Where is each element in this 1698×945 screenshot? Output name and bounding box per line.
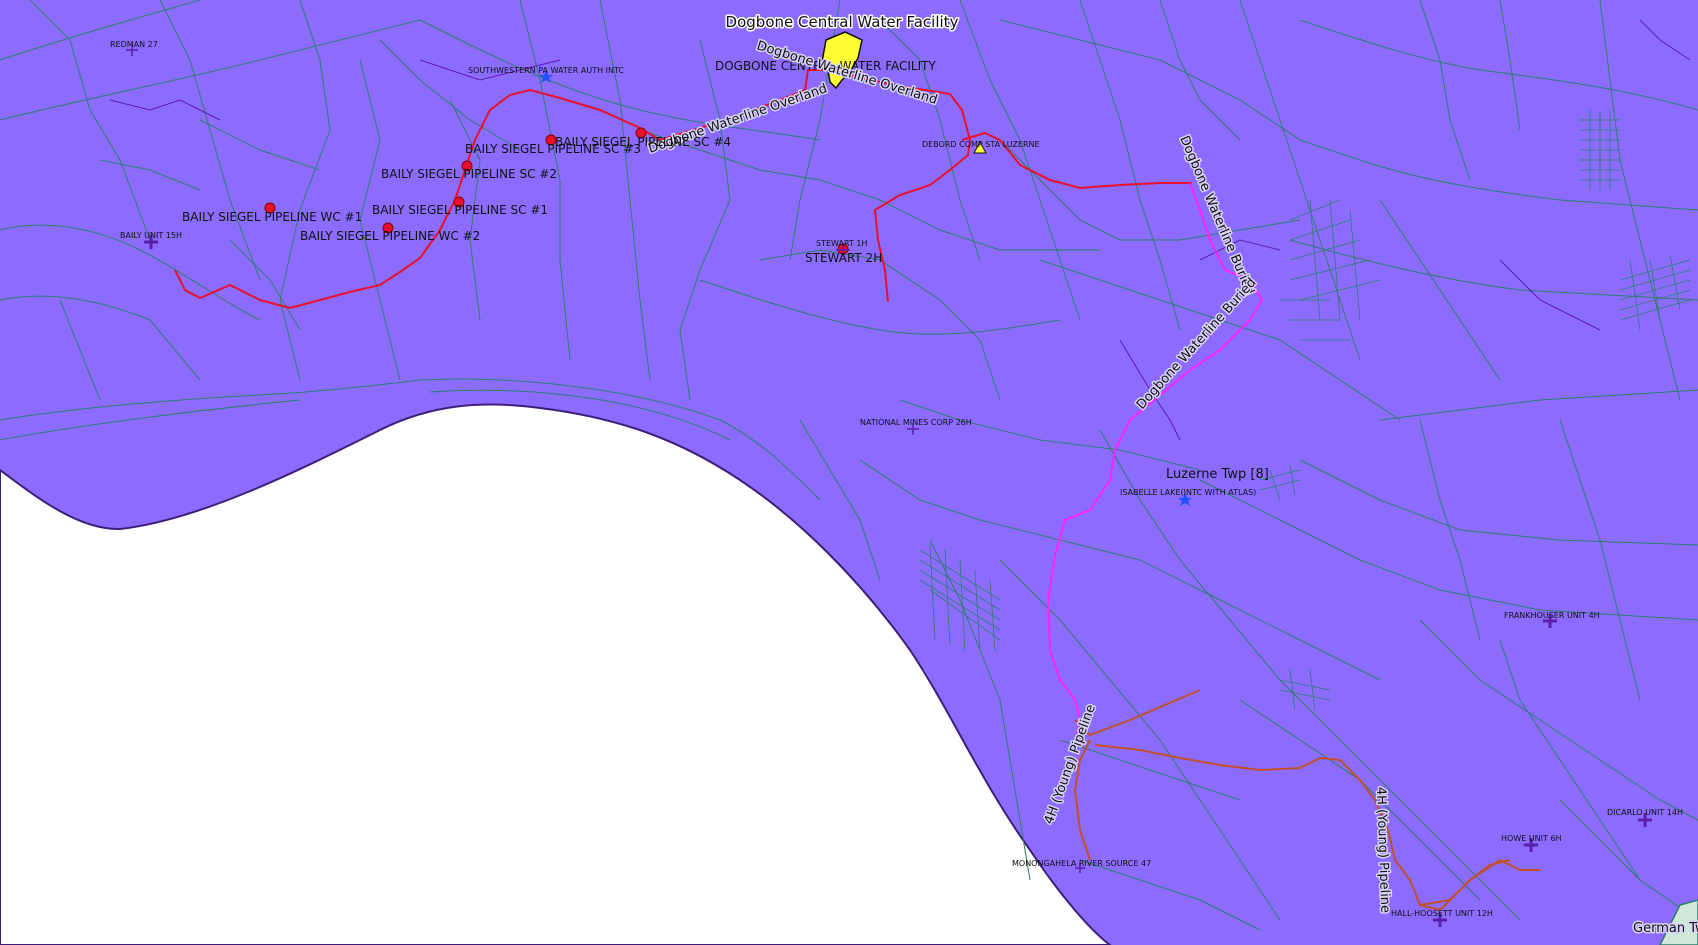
pipeline-point-label: BAILY SIEGEL PIPELINE WC #2 — [300, 229, 480, 243]
pipeline-point-label: STEWART 2H — [805, 251, 882, 265]
well-label: ISABELLE LAKE(INTC WITH ATLAS) — [1120, 488, 1256, 497]
pipeline-point-label: BAILY SIEGEL PIPELINE SC #2 — [381, 167, 557, 181]
well-label: MONONGAHELA RIVER SOURCE 47 — [1012, 859, 1151, 868]
german-twp-label: German Tw — [1633, 921, 1698, 936]
well-label: REDMAN 27 — [110, 40, 158, 49]
well-label: NATIONAL MINES CORP 26H — [860, 418, 972, 427]
well-label: HOWE UNIT 6H — [1501, 834, 1562, 843]
facility-title-label: Dogbone Central Water Facility — [726, 13, 959, 31]
well-label: FRANKHOUSER UNIT 4H — [1504, 611, 1600, 620]
well-label: SOUTHWESTERN PA WATER AUTH INTC — [468, 66, 624, 75]
well-label: DEBORD COMP STA LUZERNE — [922, 140, 1040, 149]
township-label: Luzerne Twp [8] — [1166, 467, 1269, 482]
well-label: STEWART 1H — [816, 239, 867, 248]
pipeline-point-label: BAILY SIEGEL PIPELINE SC #4 — [555, 135, 731, 149]
pipeline-point-label: BAILY SIEGEL PIPELINE SC #1 — [372, 203, 548, 217]
well-label: HALL-HOOSETT UNIT 12H — [1391, 909, 1493, 918]
well-label: DICARLO UNIT 14H — [1607, 808, 1683, 817]
well-label: BAILY UNIT 15H — [120, 231, 182, 240]
pipeline-point-label: BAILY SIEGEL PIPELINE WC #1 — [182, 210, 362, 224]
map-canvas[interactable]: Dogbone Central Water Facility DOGBONE C… — [0, 0, 1698, 945]
